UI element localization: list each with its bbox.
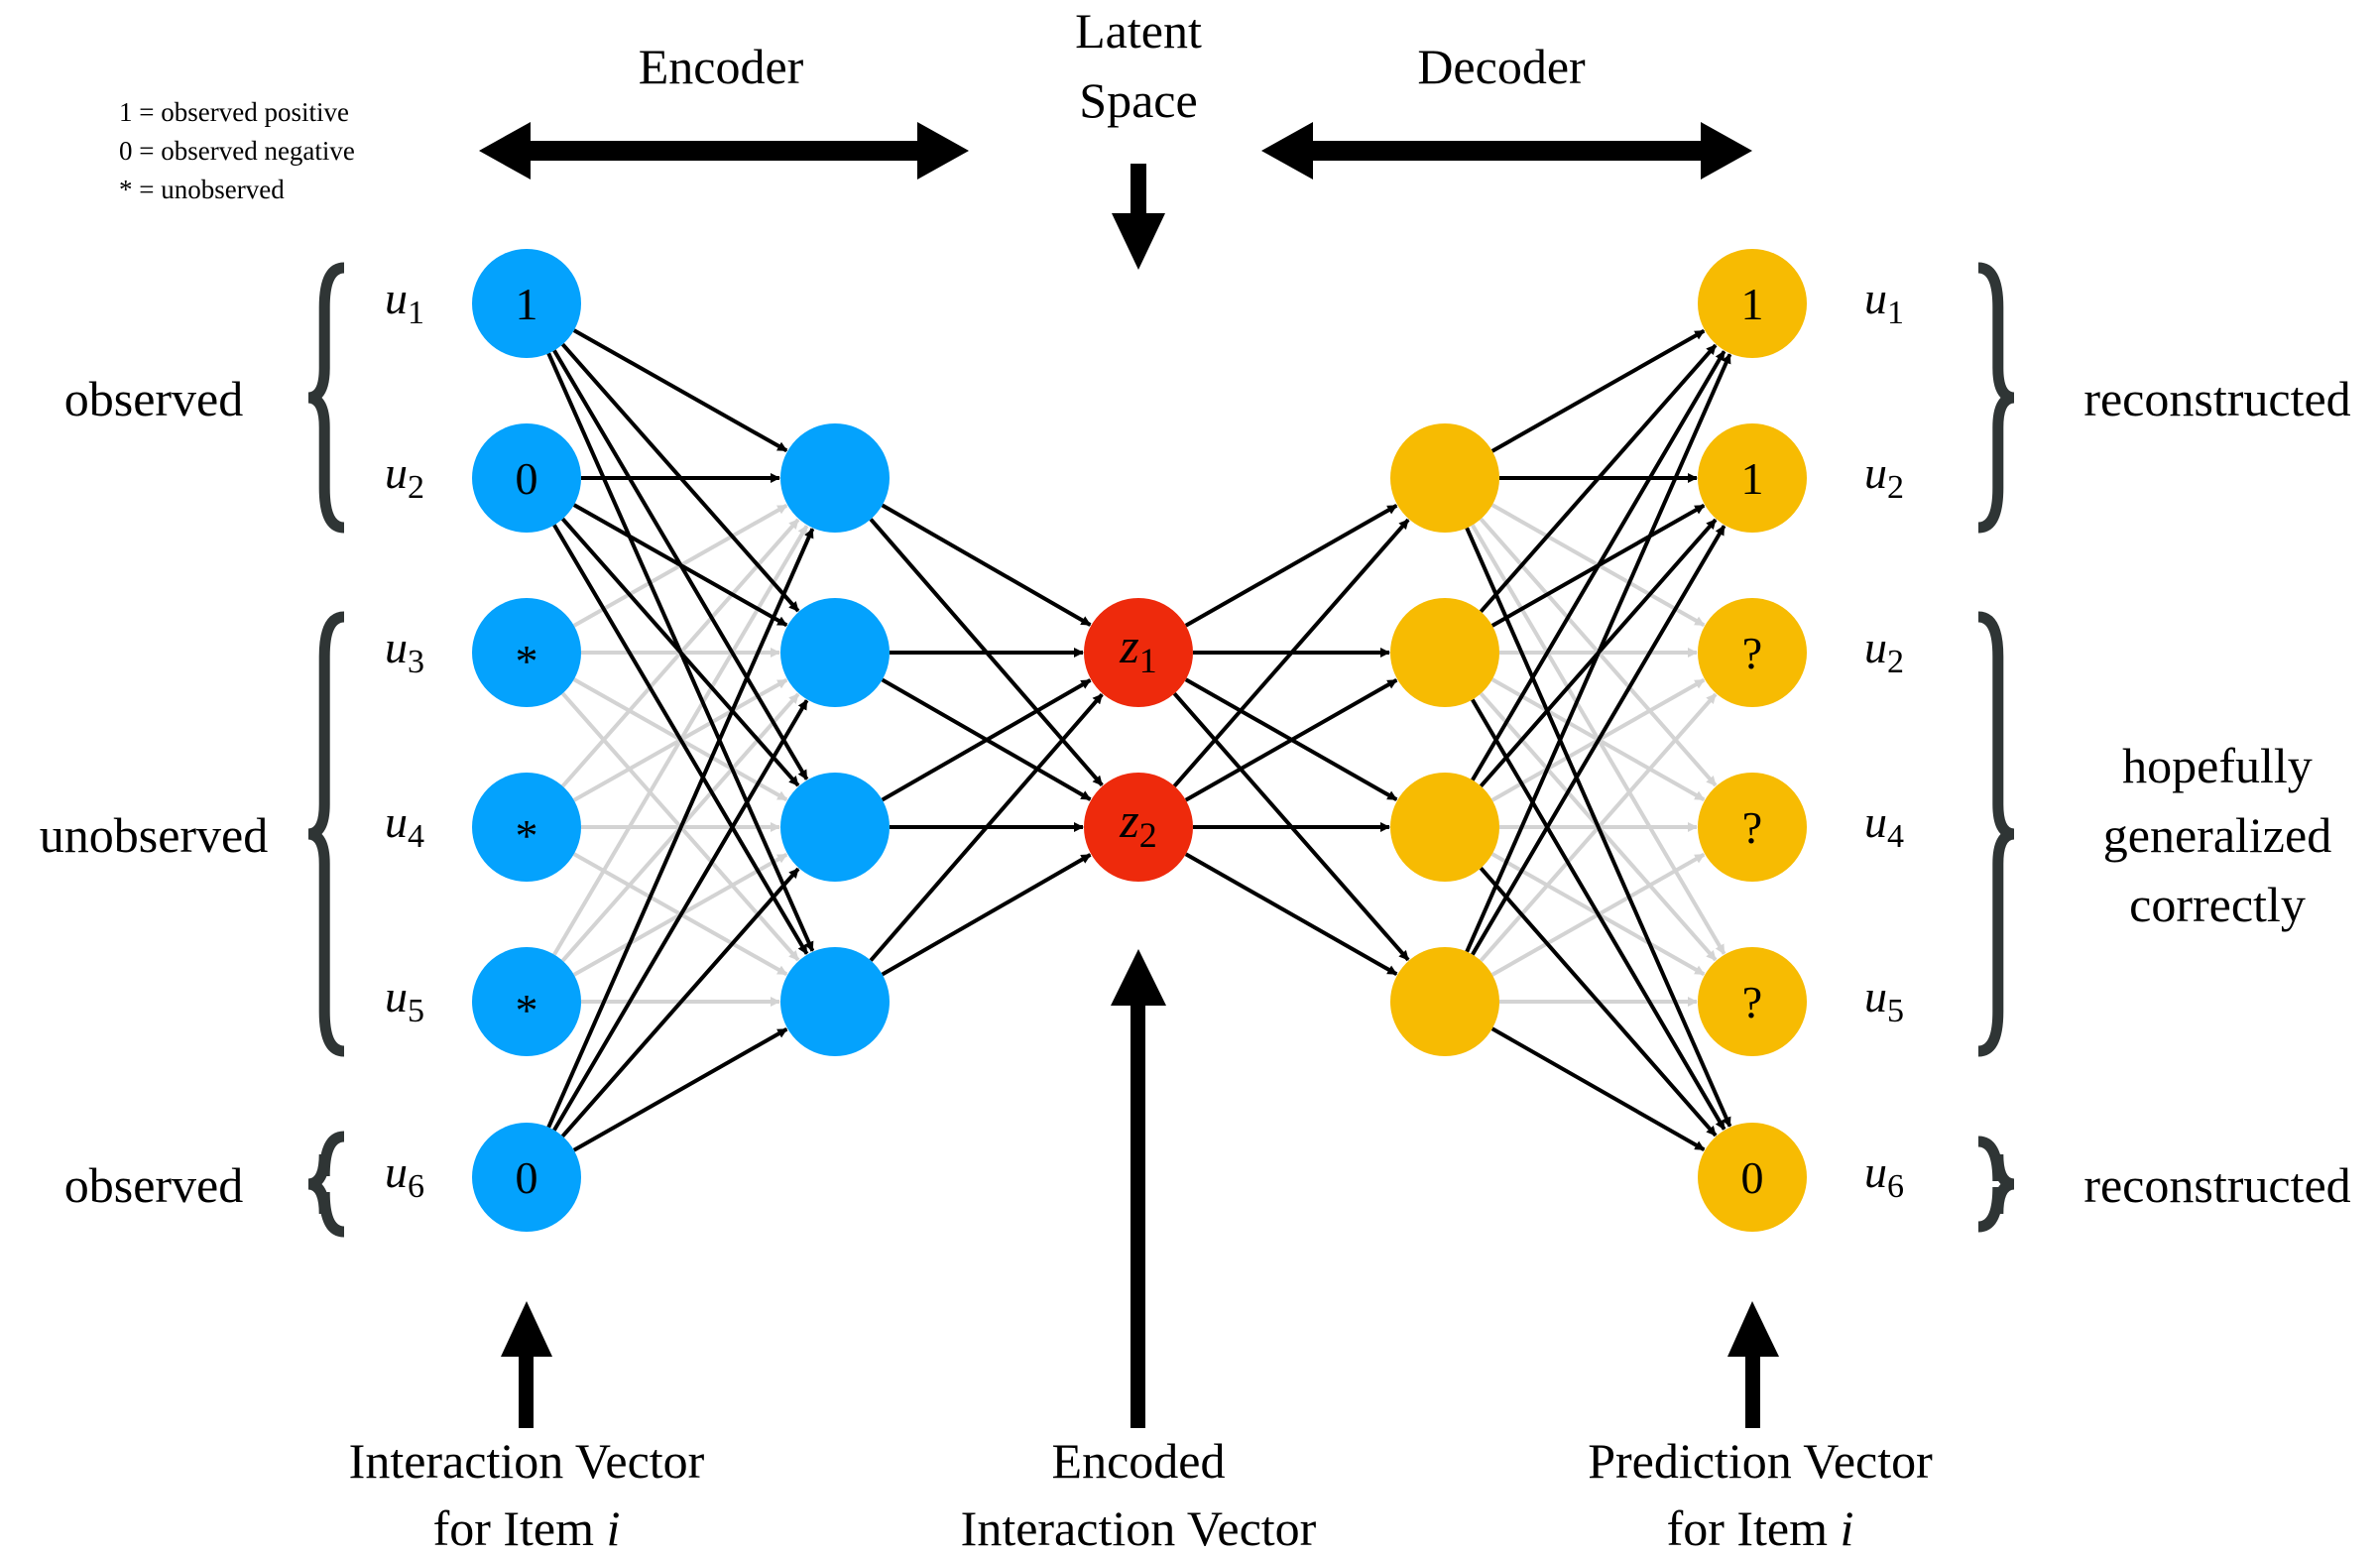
decoder-edge [1471, 698, 1726, 1131]
output-node-value: ? [1742, 802, 1762, 853]
left-brace-icon [307, 1131, 345, 1238]
latent-heading-line1: Latent [1075, 3, 1202, 59]
output-row-label: u4 [1864, 796, 1904, 855]
output-node: 1 [1698, 249, 1807, 358]
input-node-value: 0 [516, 453, 538, 504]
encoder-double-arrow-icon [479, 122, 969, 180]
left-group-label: unobserved [40, 807, 269, 863]
input-node-value: 0 [516, 1152, 538, 1203]
legend-item: 1 = observed positive [119, 97, 349, 127]
edges-unobserved [552, 503, 1726, 1007]
input-node: * [472, 947, 581, 1056]
output-row-label: u1 [1864, 273, 1904, 331]
encoded-vector-label-line2: Interaction Vector [961, 1500, 1317, 1556]
latent-node: z2 [1084, 773, 1193, 882]
encoder-heading: Encoder [639, 39, 804, 94]
output-row-label: u2 [1864, 622, 1904, 680]
left-brace-icon [307, 611, 345, 1057]
legend: 1 = observed positive 0 = observed negat… [119, 97, 355, 204]
legend-item: * = unobserved [119, 175, 285, 204]
input-vector-label-line1: Interaction Vector [349, 1433, 705, 1489]
output-node: ? [1698, 773, 1807, 882]
left-brace-icon [307, 262, 345, 534]
latent-out-edge [1184, 852, 1398, 977]
latent-heading-line2: Space [1079, 72, 1197, 128]
latent-up-arrow-icon [1111, 949, 1166, 1428]
encoder-hidden-node [780, 947, 890, 1056]
output-node-value: ? [1742, 628, 1762, 678]
decoder-edge [1490, 1026, 1706, 1151]
prediction-vector-label-line2: for Item i [1667, 1500, 1854, 1556]
output-node-value: 1 [1741, 453, 1764, 504]
autoencoder-diagram: 1 = observed positive 0 = observed negat… [40, 3, 2351, 1556]
input-node: * [472, 598, 581, 707]
encoder-edge [552, 699, 809, 1132]
input-node-value: * [516, 636, 538, 686]
output-node: ? [1698, 947, 1807, 1056]
right-brace-icon [1977, 611, 2015, 1057]
encoder-hidden-node-circle [780, 947, 890, 1056]
input-node-value: * [516, 985, 538, 1035]
decoder-hidden-node-circle [1390, 423, 1499, 533]
decoder-hidden-node [1390, 423, 1499, 533]
encoder-hidden-node-circle [780, 423, 890, 533]
left-group-label: observed [64, 371, 244, 426]
output-node: ? [1698, 598, 1807, 707]
decoder-hidden-node-circle [1390, 773, 1499, 882]
decoder-hidden-node-circle [1390, 947, 1499, 1056]
encoder-hidden-node [780, 598, 890, 707]
encoder-hidden-node [780, 773, 890, 882]
input-node: * [472, 773, 581, 882]
decoder-edge [1490, 328, 1706, 453]
prediction-vector-label-line1: Prediction Vector [1588, 1433, 1933, 1489]
latent-down-arrow-icon [1112, 164, 1165, 270]
right-brace-icon [1977, 262, 2015, 534]
input-row-label: u5 [385, 971, 424, 1029]
output-node-value: ? [1742, 977, 1762, 1027]
latent-node: z1 [1084, 598, 1193, 707]
output-node-value: 0 [1741, 1152, 1764, 1203]
input-node: 0 [472, 1123, 581, 1232]
right-group-label: reconstructed [2083, 1157, 2350, 1213]
input-up-arrow-icon [501, 1301, 552, 1428]
encoded-vector-label-line1: Encoded [1052, 1433, 1226, 1489]
right-brace-icon [1977, 1136, 2015, 1233]
latent-in-edge [881, 853, 1092, 977]
legend-item: 0 = observed negative [119, 136, 355, 166]
input-row-label: u1 [385, 273, 424, 331]
encoder-hidden-node [780, 423, 890, 533]
decoder-hidden-node [1390, 598, 1499, 707]
output-node: 1 [1698, 423, 1807, 533]
right-group-label: correctly [2129, 877, 2306, 932]
braces: observed unobserved observed reconstructed h… [40, 262, 2351, 1238]
input-vector-label-line2: for Item i [433, 1500, 621, 1556]
right-group-label: reconstructed [2083, 371, 2350, 426]
decoder-hidden-node-circle [1390, 598, 1499, 707]
input-node-value: 1 [516, 279, 538, 329]
output-node-value: 1 [1741, 279, 1764, 329]
right-group-label: hopefully [2122, 738, 2313, 793]
encoder-hidden-node-circle [780, 598, 890, 707]
latent-out-edge [1184, 503, 1398, 628]
input-row-label: u3 [385, 622, 424, 680]
left-group-label: observed [64, 1157, 244, 1213]
output-node: 0 [1698, 1123, 1807, 1232]
encoder-hidden-node-circle [780, 773, 890, 882]
output-row-label: u5 [1864, 971, 1904, 1029]
output-row-label: u2 [1864, 447, 1904, 506]
decoder-hidden-node [1390, 947, 1499, 1056]
output-up-arrow-icon [1727, 1301, 1779, 1428]
input-row-label: u4 [385, 796, 424, 855]
input-row-label: u2 [385, 447, 424, 506]
output-row-label: u6 [1864, 1146, 1904, 1205]
decoder-hidden-node [1390, 773, 1499, 882]
latent-in-edge [881, 503, 1092, 627]
input-node: 1 [472, 249, 581, 358]
decoder-double-arrow-icon [1261, 122, 1752, 180]
input-node-value: * [516, 810, 538, 861]
input-node: 0 [472, 423, 581, 533]
decoder-heading: Decoder [1417, 39, 1586, 94]
input-row-label: u6 [385, 1146, 424, 1205]
right-group-label: generalized [2103, 807, 2331, 863]
